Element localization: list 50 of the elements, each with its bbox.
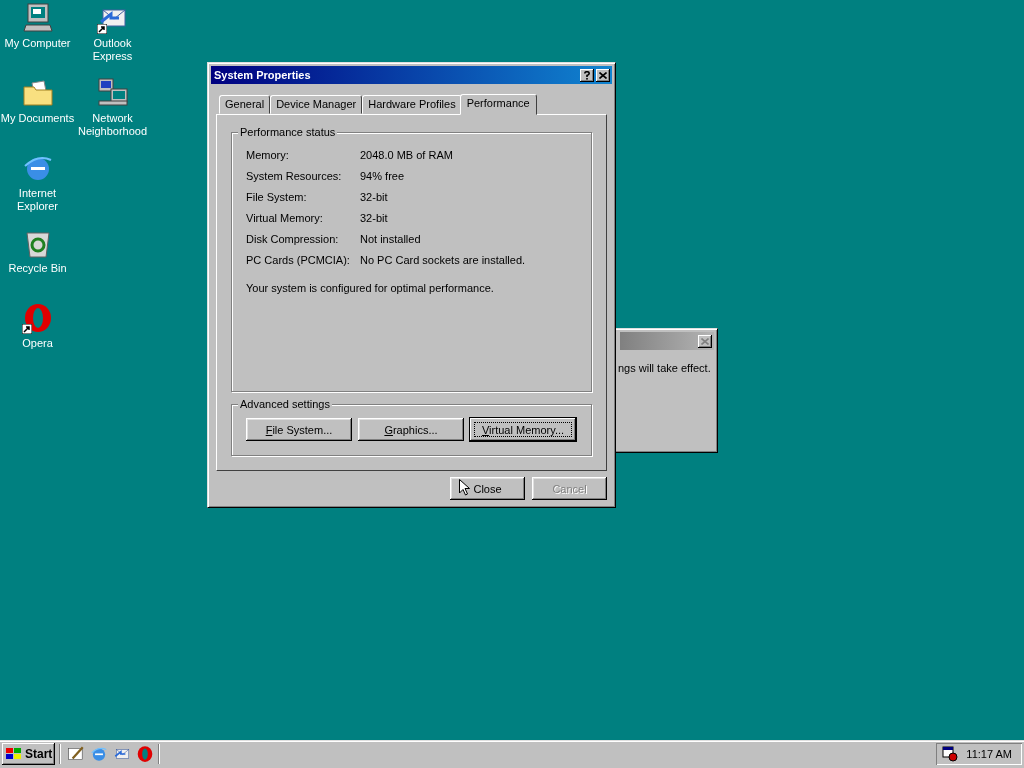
group-title: Performance status xyxy=(238,126,338,138)
clock[interactable]: 11:17 AM xyxy=(966,748,1012,760)
window-title: System Properties xyxy=(214,69,311,81)
help-button[interactable] xyxy=(580,68,594,82)
property-label: Disk Compression: xyxy=(246,233,340,246)
tab[interactable]: General xyxy=(219,95,271,114)
group-title: Advanced settings xyxy=(238,398,332,410)
property-value: 32-bit xyxy=(360,212,389,225)
desktop-icon-label[interactable]: Opera xyxy=(22,337,53,350)
desktop-icon-label[interactable]: Network Neighborhood xyxy=(75,112,150,138)
status-message: Your system is configured for optimal performance. xyxy=(246,282,495,294)
settings-button[interactable]: Virtual Memory... xyxy=(470,418,576,441)
property-value: Not installed xyxy=(360,233,422,246)
property-label: System Resources: xyxy=(246,170,343,183)
scheduler-clock-icon xyxy=(942,746,959,762)
settings-button[interactable]: File System... xyxy=(246,418,352,441)
browser-e-icon xyxy=(90,745,109,763)
mouse-cursor-icon xyxy=(459,479,470,496)
tab[interactable]: Performance xyxy=(459,94,537,115)
tab[interactable]: Hardware Profiles xyxy=(362,95,462,114)
desktop-icon-label[interactable]: Internet Explorer xyxy=(0,187,75,213)
desktop-icon-label[interactable]: My Computer xyxy=(4,37,71,50)
windows-flag-icon xyxy=(5,747,23,761)
network-computers-icon xyxy=(96,77,129,109)
property-label: Memory: xyxy=(246,149,290,162)
help-icon xyxy=(584,70,590,80)
desktop-icon-label[interactable]: Outlook Express xyxy=(75,37,150,63)
desktop-pencil-icon xyxy=(67,745,86,763)
close-icon xyxy=(599,71,607,79)
close-button[interactable] xyxy=(596,68,610,82)
property-label: PC Cards (PCMCIA): xyxy=(246,254,351,267)
property-value: 94% free xyxy=(360,170,406,183)
shortcut-arrow-icon xyxy=(21,324,32,334)
tab[interactable]: Device Manager xyxy=(270,95,363,114)
desktop-icon-label[interactable]: Recycle Bin xyxy=(8,262,67,275)
opera-o-icon xyxy=(136,745,155,763)
property-value: 32-bit xyxy=(360,191,389,204)
folder-icon xyxy=(21,77,54,109)
start-button[interactable]: Start xyxy=(2,743,56,765)
close-button[interactable] xyxy=(698,334,712,348)
dialog-message: ngs will take effect. xyxy=(618,362,711,374)
settings-button[interactable]: Graphics... xyxy=(358,418,464,441)
property-value: No PC Card sockets are installed. xyxy=(360,254,527,267)
property-label: File System: xyxy=(246,191,308,204)
property-value: 2048.0 MB of RAM xyxy=(360,149,454,162)
close-icon xyxy=(701,337,709,345)
shortcut-arrow-icon xyxy=(96,24,107,34)
desktop-icon-label[interactable]: My Documents xyxy=(0,112,75,125)
property-label: Virtual Memory: xyxy=(246,212,324,225)
dialog-button[interactable]: Close xyxy=(450,477,525,500)
